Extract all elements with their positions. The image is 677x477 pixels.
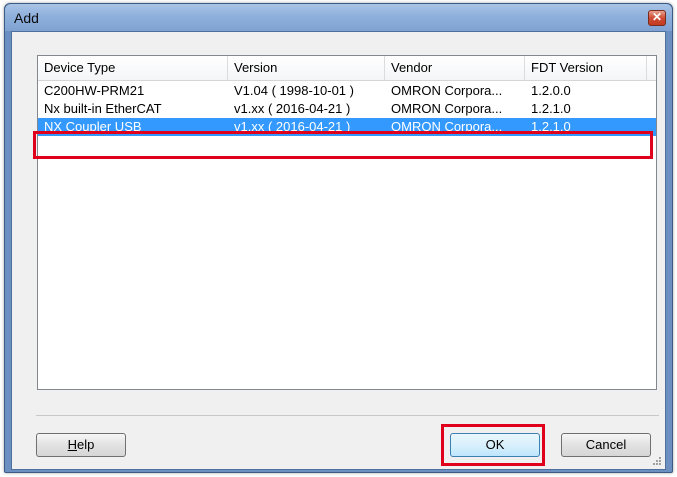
column-header-device-type[interactable]: Device Type [38, 56, 228, 80]
cell-version: V1.04 ( 1998-10-01 ) [234, 83, 354, 98]
dialog-title: Add [14, 10, 39, 26]
add-dialog: Add ✕ Device Type Version Vendor FDT Ver… [4, 3, 673, 473]
cell-vendor: OMRON Corpora... [391, 119, 503, 134]
help-label: elp [77, 437, 95, 452]
cell-vendor: OMRON Corpora... [391, 83, 503, 98]
cell-fdt-version: 1.2.1.0 [531, 101, 571, 116]
ok-button[interactable]: OK [450, 433, 540, 457]
cell-fdt-version: 1.2.0.0 [531, 83, 571, 98]
column-header-vendor[interactable]: Vendor [385, 56, 525, 80]
cell-version: v1.xx ( 2016-04-21 ) [234, 119, 351, 134]
cell-device-type: C200HW-PRM21 [44, 83, 145, 98]
cell-device-type: Nx built-in EtherCAT [44, 101, 162, 116]
table-row-selected[interactable]: NX Coupler USB v1.xx ( 2016-04-21 ) OMRO… [38, 118, 656, 136]
cancel-button[interactable]: Cancel [561, 433, 651, 457]
help-button[interactable]: Help [36, 433, 126, 457]
table-row[interactable]: Nx built-in EtherCAT v1.xx ( 2016-04-21 … [38, 100, 656, 118]
close-button[interactable]: ✕ [648, 10, 666, 26]
cell-version: v1.xx ( 2016-04-21 ) [234, 101, 351, 116]
list-header: Device Type Version Vendor FDT Version [38, 56, 656, 81]
table-row[interactable]: C200HW-PRM21 V1.04 ( 1998-10-01 ) OMRON … [38, 82, 656, 100]
close-icon: ✕ [651, 10, 663, 24]
title-bar[interactable]: Add ✕ [5, 4, 672, 31]
cell-vendor: OMRON Corpora... [391, 101, 503, 116]
divider [36, 415, 659, 416]
column-header-version[interactable]: Version [228, 56, 385, 80]
resize-grip-icon[interactable] [652, 456, 662, 466]
device-list[interactable]: Device Type Version Vendor FDT Version C… [37, 55, 657, 390]
help-mnemonic: H [67, 437, 78, 452]
cell-fdt-version: 1.2.1.0 [531, 119, 571, 134]
cell-device-type: NX Coupler USB [44, 119, 142, 134]
dialog-body: Device Type Version Vendor FDT Version C… [11, 31, 666, 470]
column-header-fdt-version[interactable]: FDT Version [525, 56, 647, 80]
